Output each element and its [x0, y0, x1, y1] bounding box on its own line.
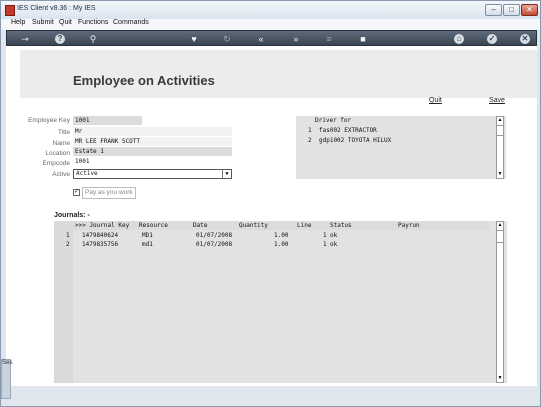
- active-select-value: Active: [76, 170, 98, 177]
- driver-row-text[interactable]: fas002 EXTRACTOR: [319, 127, 377, 134]
- active-select[interactable]: Active ▼: [73, 169, 232, 179]
- date-cell[interactable]: 01/07/2008: [196, 232, 232, 239]
- column-header-status[interactable]: Status: [330, 222, 352, 229]
- check-icon[interactable]: ✓: [487, 34, 497, 44]
- column-header-quantity[interactable]: Quantity: [239, 222, 268, 229]
- window-close-button[interactable]: ✕: [521, 4, 538, 16]
- title-bar: IES Client v8.36 : My IES – □ ✕: [1, 1, 540, 19]
- home-icon[interactable]: ⌂: [454, 34, 464, 44]
- employee-key-label: Employee Key: [28, 117, 70, 124]
- fast-forward-icon[interactable]: »: [290, 33, 302, 45]
- heart-icon[interactable]: ♥: [188, 33, 200, 45]
- driver-row-text[interactable]: gdp1002 TOYOTA HILUX: [319, 137, 391, 144]
- journal-key-cell[interactable]: 1479835756: [82, 241, 118, 248]
- side-tab-label: Ses: [2, 360, 13, 366]
- name-field[interactable]: MR LEE FRANK SCOTT: [73, 137, 232, 146]
- column-header-journal-key[interactable]: >>> Journal Key: [75, 222, 129, 229]
- scroll-down-icon[interactable]: ▼: [497, 375, 503, 382]
- column-header-date[interactable]: Date: [193, 222, 207, 229]
- search-icon[interactable]: ⚲: [87, 33, 99, 45]
- column-header-line[interactable]: Line: [297, 222, 311, 229]
- scroll-thumb[interactable]: [497, 230, 503, 243]
- scroll-up-icon[interactable]: ▲: [497, 222, 503, 229]
- title-label: Title: [57, 129, 70, 136]
- save-link[interactable]: Save: [489, 97, 505, 104]
- rewind-icon[interactable]: «: [255, 33, 267, 45]
- scroll-up-icon[interactable]: ▲: [497, 117, 503, 124]
- resource-cell[interactable]: md1: [142, 241, 153, 248]
- pay-as-you-work-label: Pay as you work: [82, 187, 136, 199]
- key-icon[interactable]: ⊸: [15, 33, 35, 45]
- page-title: Employee on Activities: [73, 73, 215, 88]
- side-tab[interactable]: Ses: [1, 359, 13, 399]
- minimize-button[interactable]: –: [485, 4, 502, 16]
- list-icon[interactable]: ≡: [323, 33, 335, 45]
- menu-functions[interactable]: Functions: [78, 19, 108, 26]
- scroll-thumb[interactable]: [497, 125, 503, 136]
- status-cell[interactable]: ok: [330, 241, 337, 248]
- quantity-cell[interactable]: 1.00: [274, 241, 288, 248]
- journal-row-number: 2: [66, 241, 70, 248]
- help-icon[interactable]: ?: [55, 34, 65, 44]
- journal-key-cell[interactable]: 1479840624: [82, 232, 118, 239]
- journals-header: [73, 221, 489, 230]
- employee-key-field[interactable]: 1001: [73, 116, 142, 125]
- quit-link[interactable]: Quit: [429, 97, 442, 104]
- line-cell[interactable]: 1: [323, 241, 327, 248]
- driver-scrollbar[interactable]: ▲ ▼: [496, 116, 504, 179]
- quantity-cell[interactable]: 1.00: [274, 232, 288, 239]
- journals-scrollbar[interactable]: ▲ ▼: [496, 221, 504, 383]
- app-window: IES Client v8.36 : My IES – □ ✕ Help Sub…: [0, 0, 541, 407]
- location-label: Location: [45, 150, 70, 157]
- chevron-down-icon[interactable]: ▼: [222, 170, 231, 178]
- close-icon[interactable]: ✕: [520, 34, 530, 44]
- column-header-resource[interactable]: Resource: [139, 222, 168, 229]
- column-header-payrun[interactable]: Payrun: [398, 222, 420, 229]
- scroll-down-icon[interactable]: ▼: [497, 171, 503, 178]
- toolbar: ⊸ ? ⚲ ♥ ↻ « » ≡ ■ ⌂ ✓ ✕: [6, 30, 537, 46]
- menu-commands[interactable]: Commands: [113, 19, 149, 26]
- location-field[interactable]: Estate 1: [73, 147, 232, 156]
- window-title: IES Client v8.36 : My IES: [17, 5, 96, 12]
- driver-for-list: Driver for 1 fas002 EXTRACTOR 2 gdp1002 …: [296, 116, 506, 179]
- journal-row-number: 1: [66, 232, 70, 239]
- menu-bar: Help Submit Quit Functions Commands: [1, 19, 540, 30]
- maximize-button[interactable]: □: [503, 4, 520, 16]
- menu-quit[interactable]: Quit: [59, 19, 72, 26]
- driver-row-number: 1: [308, 127, 312, 134]
- journals-title: Journals: -: [54, 212, 90, 219]
- resource-cell[interactable]: MD1: [142, 232, 153, 239]
- menu-help[interactable]: Help: [11, 19, 25, 26]
- pay-as-you-work-checkbox[interactable]: ✓: [73, 189, 80, 196]
- empcode-field[interactable]: 1001: [73, 157, 232, 166]
- row-number-column: [54, 221, 73, 383]
- menu-submit[interactable]: Submit: [32, 19, 54, 26]
- app-logo-icon: [5, 5, 15, 16]
- main-content: Employee on Activities Quit Save Employe…: [6, 46, 537, 386]
- title-field[interactable]: Mr: [73, 127, 232, 136]
- driver-for-header: Driver for: [315, 117, 352, 124]
- journals-table: >>> Journal Key Resource Date Quantity L…: [54, 221, 507, 383]
- line-cell[interactable]: 1: [323, 232, 327, 239]
- stop-icon[interactable]: ■: [357, 33, 369, 45]
- status-cell[interactable]: ok: [330, 232, 337, 239]
- driver-row-number: 2: [308, 137, 312, 144]
- empcode-label: Empcode: [42, 160, 70, 167]
- refresh-icon[interactable]: ↻: [221, 33, 233, 45]
- name-label: Name: [52, 140, 70, 147]
- active-label: Active: [52, 171, 70, 178]
- date-cell[interactable]: 01/07/2008: [196, 241, 232, 248]
